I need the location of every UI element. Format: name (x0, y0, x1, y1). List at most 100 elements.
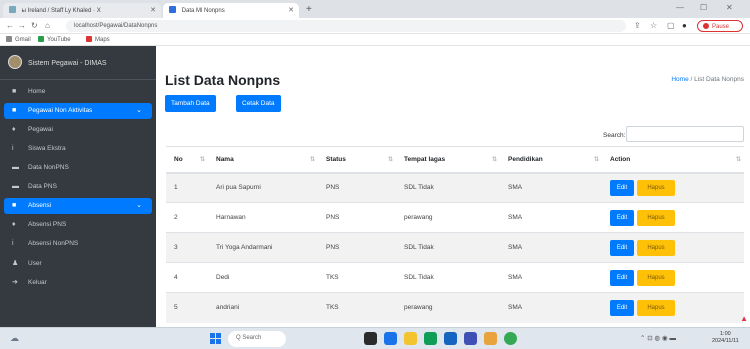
breadcrumb-current: List Data Nonpns (694, 76, 744, 83)
add-data-button[interactable]: Tambah Data (165, 95, 216, 112)
sidebar-item-siswa-ekstra[interactable]: i Siswa Ekstra (4, 141, 152, 157)
bookmarks-bar: Gmail YouTube Maps (0, 34, 750, 46)
bookmark-item[interactable]: Maps (86, 36, 110, 43)
back-icon[interactable]: ← (6, 21, 14, 30)
edit-button[interactable]: Edit (610, 299, 634, 316)
sort-icon: ⇅ (491, 157, 497, 163)
close-window-icon[interactable]: ✕ (726, 3, 733, 12)
brand-logo (8, 55, 22, 69)
scroll-up-icon[interactable]: ▲ (740, 314, 748, 323)
sidebar-item-data-nonpns[interactable]: ▬ Data NonPNS (4, 160, 152, 176)
search-input[interactable] (626, 126, 744, 142)
sort-icon: ⇅ (199, 157, 205, 163)
delete-button[interactable]: Hapus (637, 269, 675, 286)
edge-icon[interactable] (424, 332, 437, 345)
sidebar-item-data-pns[interactable]: ▬ Data PNS (4, 179, 152, 195)
column-header-status[interactable]: Status ⇅ (318, 146, 396, 174)
browser-tab-active[interactable]: Data Ml Nonpns ✕ (163, 3, 299, 18)
home-icon: ■ (12, 88, 17, 95)
favicon-icon (9, 6, 16, 13)
sidebar-item-absensi-pns[interactable]: ♦ Absensi PNS (4, 217, 152, 233)
column-header-nama[interactable]: Nama ⇅ (208, 146, 318, 174)
table-row: 2 Harnawan PNS perawang SMA Edit Hapus (166, 202, 744, 233)
data-table: No ⇅ Nama ⇅ Status ⇅ Tempat lagas ⇅ Pendidik… (166, 146, 744, 323)
maximize-icon[interactable]: ☐ (700, 3, 707, 12)
bookmark-item[interactable]: YouTube (38, 36, 71, 43)
widgets-icon[interactable]: ☁ (10, 333, 19, 344)
taskbar-clock[interactable]: 1:00 2024/11/11 (712, 331, 739, 345)
table-row: 4 Dedi TKS SDL Tidak SMA Edit Hapus (166, 262, 744, 293)
task-view-icon[interactable] (364, 332, 377, 345)
sidebar: Sistem Pegawai - DIMAS ■ Home ■ Pegawai No… (0, 46, 156, 327)
sidebar-item-home[interactable]: ■ Home (4, 84, 152, 100)
sidebar-brand[interactable]: Sistem Pegawai - DIMAS (0, 46, 156, 80)
sidebar-item-keluar[interactable]: ➜ Keluar (4, 274, 152, 290)
table-row: 5 andriani TKS perawang SMA Edit Hapus (166, 292, 744, 323)
sidebar-item-absensi-nonpns[interactable]: i Absensi NonPNS (4, 236, 152, 252)
user-icon: ♦ (12, 126, 16, 133)
browser-tab-bar: ы Ireland / Staff Ly Khaled · X ✕ Data M… (0, 0, 750, 18)
table-header-row: No ⇅ Nama ⇅ Status ⇅ Tempat lagas ⇅ Pendidik… (166, 146, 744, 174)
main-content: List Data Nonpns Home / List Data Nonpns… (156, 46, 750, 327)
column-header-no[interactable]: No ⇅ (166, 146, 208, 174)
column-header-tempat[interactable]: Tempat lagas ⇅ (396, 146, 500, 174)
sort-icon: ⇅ (387, 157, 393, 163)
sidebar-item-user[interactable]: ♟ User (4, 255, 152, 271)
sidebar-item-pegawai[interactable]: ♦ Pegawai (4, 122, 152, 138)
page-title: List Data Nonpns (165, 72, 281, 88)
info-icon: i (12, 145, 14, 152)
chevron-down-icon: ⌄ (136, 107, 142, 114)
url-input[interactable]: localhost/Pegawai/DataNonpns (66, 20, 626, 32)
store-icon[interactable] (444, 332, 457, 345)
reload-icon[interactable]: ↻ (31, 21, 38, 30)
folder-icon: ■ (12, 202, 17, 209)
column-header-action[interactable]: Action ⇅ (602, 146, 744, 174)
logout-icon: ➜ (12, 279, 18, 286)
os-taskbar: ☁ Q Search ⌃ ⊡ ◍ ◉ ▬ 1:00 2024/11/11 (0, 327, 750, 349)
taskbar-search-input[interactable]: Q Search (228, 331, 286, 347)
system-tray[interactable]: ⌃ ⊡ ◍ ◉ ▬ (640, 334, 676, 342)
favicon-icon (169, 6, 176, 13)
tab-title: ы Ireland / Staff Ly Khaled · X (21, 8, 101, 14)
user-icon: ♦ (12, 221, 16, 228)
column-header-pendidikan[interactable]: Pendidikan ⇅ (500, 146, 602, 174)
sidebar-item-absensi[interactable]: ■ Absensi ⌄ (4, 198, 152, 214)
profile-button[interactable]: Pause (697, 20, 743, 32)
sort-icon: ⇅ (593, 157, 599, 163)
info-icon: i (12, 240, 14, 247)
mail-icon[interactable] (464, 332, 477, 345)
edit-button[interactable]: Edit (610, 179, 634, 196)
close-icon[interactable]: ✕ (288, 6, 294, 14)
chrome-icon[interactable] (504, 332, 517, 345)
forward-icon[interactable]: → (18, 21, 26, 30)
sidebar-item-pegawai-non-aktivitas[interactable]: ■ Pegawai Non Aktivitas ⌄ (4, 103, 152, 119)
close-icon[interactable]: ✕ (150, 6, 156, 14)
app-icon[interactable] (384, 332, 397, 345)
sort-icon: ⇅ (735, 157, 741, 163)
url-text: localhost/Pegawai/DataNonpns (74, 23, 158, 29)
edit-button[interactable]: Edit (610, 209, 634, 226)
edit-button[interactable]: Edit (610, 269, 634, 286)
bookmark-item[interactable]: Gmail (6, 36, 31, 43)
home-icon[interactable]: ⌂ (45, 21, 50, 30)
delete-button[interactable]: Hapus (637, 209, 675, 226)
delete-button[interactable]: Hapus (637, 179, 675, 196)
extensions-icon[interactable]: ▢ (667, 21, 675, 30)
minimize-icon[interactable]: — (676, 3, 684, 12)
breadcrumb-home-link[interactable]: Home (671, 76, 688, 83)
search-label: Search: (603, 132, 626, 139)
file-explorer-icon[interactable] (404, 332, 417, 345)
new-tab-icon[interactable]: + (306, 4, 312, 15)
browser-tab[interactable]: ы Ireland / Staff Ly Khaled · X ✕ (3, 3, 161, 18)
print-data-button[interactable]: Cetak Data (236, 95, 281, 112)
edit-button[interactable]: Edit (610, 239, 634, 256)
delete-button[interactable]: Hapus (637, 299, 675, 316)
windows-start-icon[interactable] (210, 333, 222, 345)
table-row: 1 Ari pua Sapurni PNS SDL Tidak SMA Edit… (166, 172, 744, 203)
app-icon[interactable] (484, 332, 497, 345)
delete-button[interactable]: Hapus (637, 239, 675, 256)
account-icon[interactable]: ● (682, 21, 687, 30)
pause-icon (703, 23, 709, 29)
share-icon[interactable]: ⇪ (634, 21, 641, 30)
star-icon[interactable]: ☆ (650, 21, 657, 30)
